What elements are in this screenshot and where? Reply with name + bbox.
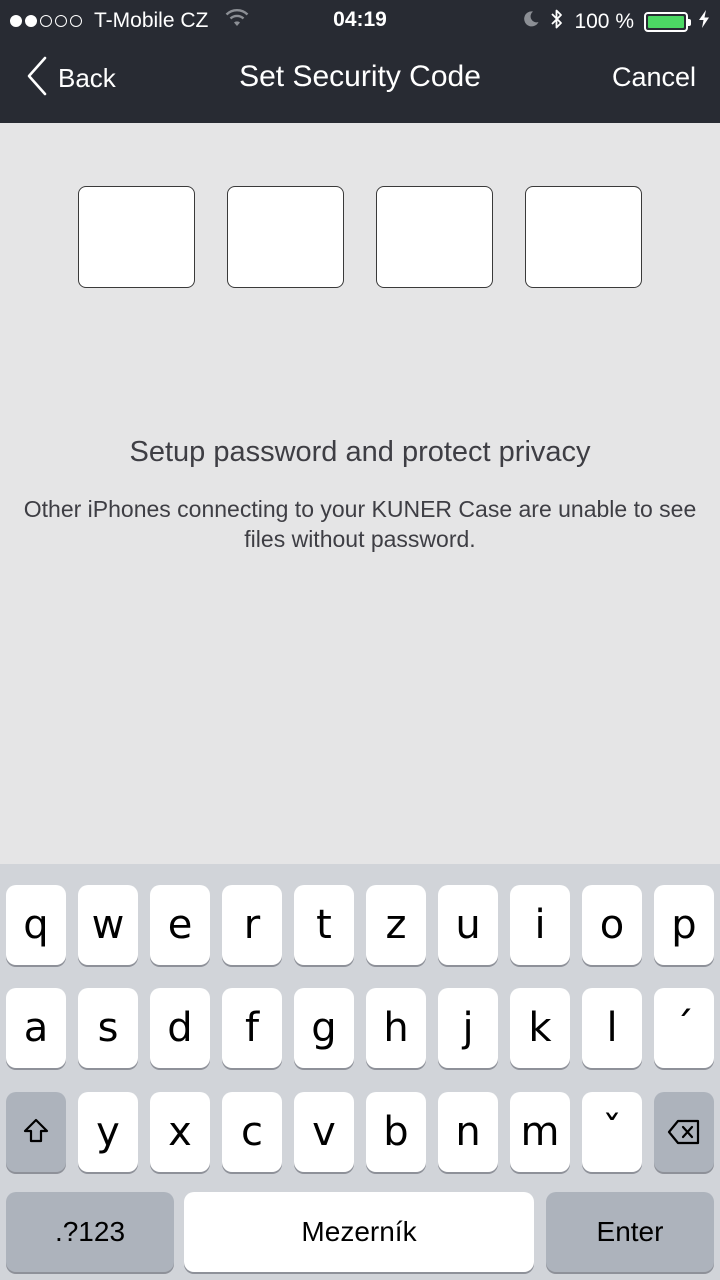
- key-o[interactable]: o: [582, 885, 642, 965]
- key-m[interactable]: m: [510, 1092, 570, 1172]
- navigation-bar: Back Set Security Code Cancel: [0, 40, 720, 123]
- code-digit-box[interactable]: [376, 186, 493, 288]
- moon-icon: [522, 10, 540, 34]
- backspace-icon: [667, 1109, 701, 1155]
- key-caron[interactable]: ˇ: [582, 1092, 642, 1172]
- setup-headline: Setup password and protect privacy: [129, 436, 591, 468]
- numbers-key[interactable]: .?123: [6, 1192, 174, 1272]
- top-bar: T-Mobile CZ 04:19 100 % Back Set Securit…: [0, 0, 720, 123]
- key-s[interactable]: s: [78, 988, 138, 1068]
- shift-arrow-icon: [22, 1109, 50, 1155]
- battery-fill: [648, 16, 684, 28]
- key-x[interactable]: x: [150, 1092, 210, 1172]
- key-l[interactable]: l: [582, 988, 642, 1068]
- bluetooth-icon: [550, 8, 564, 36]
- key-i[interactable]: i: [510, 885, 570, 965]
- key-y[interactable]: y: [78, 1092, 138, 1172]
- key-a[interactable]: a: [6, 988, 66, 1068]
- key-q[interactable]: q: [6, 885, 66, 965]
- privacy-description: Other iPhones connecting to your KUNER C…: [23, 496, 697, 552]
- enter-key[interactable]: Enter: [546, 1192, 714, 1272]
- code-digit-box[interactable]: [227, 186, 344, 288]
- key-acute-accent[interactable]: ´: [654, 988, 714, 1068]
- space-key[interactable]: Mezerník: [184, 1192, 534, 1272]
- key-g[interactable]: g: [294, 988, 354, 1068]
- battery-icon: [644, 12, 691, 32]
- shift-key[interactable]: [6, 1092, 66, 1172]
- key-u[interactable]: u: [438, 885, 498, 965]
- key-n[interactable]: n: [438, 1092, 498, 1172]
- key-w[interactable]: w: [78, 885, 138, 965]
- status-bar: T-Mobile CZ 04:19 100 %: [0, 0, 720, 40]
- key-r[interactable]: r: [222, 885, 282, 965]
- key-b[interactable]: b: [366, 1092, 426, 1172]
- security-code-input[interactable]: [78, 186, 642, 288]
- key-j[interactable]: j: [438, 988, 498, 1068]
- key-f[interactable]: f: [222, 988, 282, 1068]
- code-digit-box[interactable]: [78, 186, 195, 288]
- key-h[interactable]: h: [366, 988, 426, 1068]
- keyboard: q w e r t z u i o p a s d f g h j k l ´ …: [0, 864, 720, 1280]
- backspace-key[interactable]: [654, 1092, 714, 1172]
- status-right: 100 %: [522, 8, 710, 36]
- key-p[interactable]: p: [654, 885, 714, 965]
- code-digit-box[interactable]: [525, 186, 642, 288]
- key-c[interactable]: c: [222, 1092, 282, 1172]
- cancel-button[interactable]: Cancel: [612, 62, 696, 93]
- key-e[interactable]: e: [150, 885, 210, 965]
- battery-percent: 100 %: [574, 10, 634, 33]
- key-t[interactable]: t: [294, 885, 354, 965]
- key-z[interactable]: z: [366, 885, 426, 965]
- charging-icon: [698, 9, 710, 35]
- key-v[interactable]: v: [294, 1092, 354, 1172]
- key-k[interactable]: k: [510, 988, 570, 1068]
- key-d[interactable]: d: [150, 988, 210, 1068]
